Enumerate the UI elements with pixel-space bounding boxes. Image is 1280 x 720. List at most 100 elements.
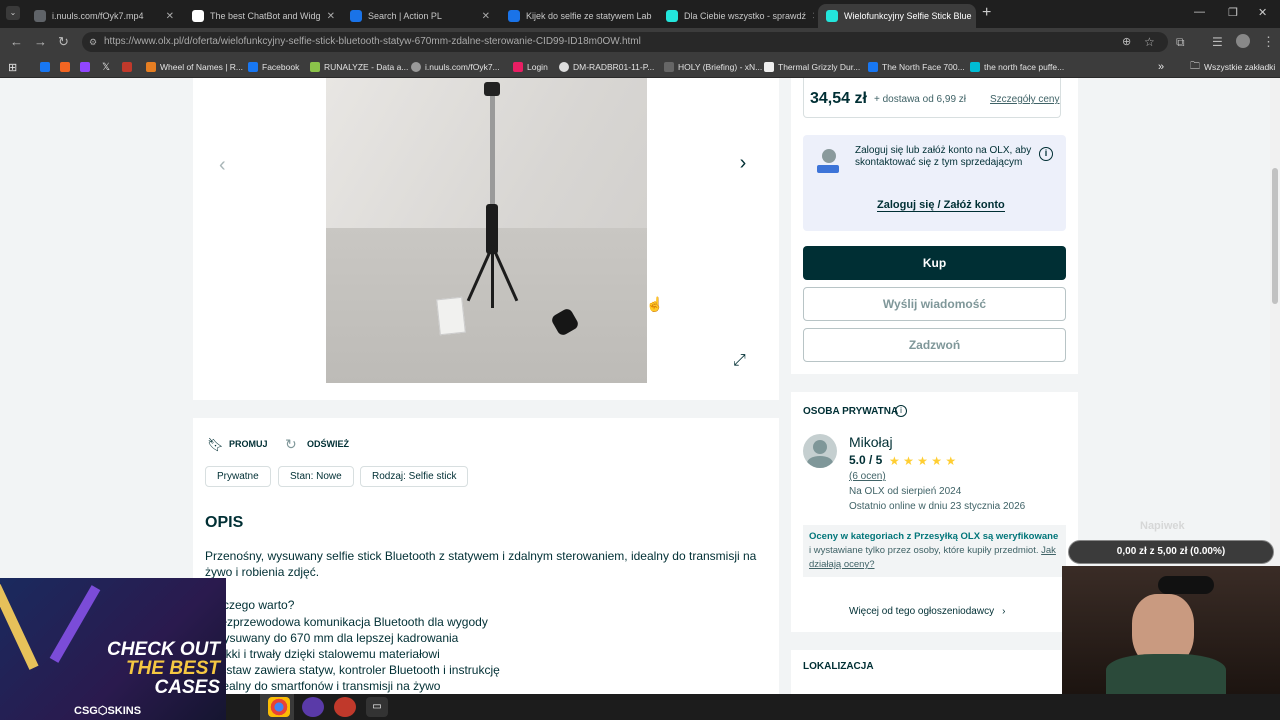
scrollbar-thumb[interactable]: [1272, 168, 1278, 304]
bookmark-dm[interactable]: DM-RADBR01-11-P...: [559, 56, 654, 78]
price-box: 34,54 zł + dostawa od 6,99 zł Szczegóły …: [803, 78, 1061, 118]
taskbar: ▭: [226, 694, 1280, 720]
minimize-icon[interactable]: —: [1194, 6, 1205, 18]
profile-avatar[interactable]: [1236, 34, 1250, 48]
zoom-icon[interactable]: ⊕: [1122, 28, 1131, 56]
more-bookmarks-icon[interactable]: »: [1158, 56, 1164, 78]
media-icon[interactable]: ☰: [1212, 28, 1223, 56]
obs-icon[interactable]: [334, 697, 356, 717]
bookmark-icon: 🔖︎: [207, 437, 224, 452]
bookmark-facebook-icon[interactable]: [40, 56, 50, 78]
seller-name: Mikołaj: [849, 434, 893, 450]
hand-cursor-icon: ☝: [646, 296, 664, 312]
info-icon[interactable]: i: [895, 405, 907, 417]
tab-3[interactable]: Search | Action PL ✕: [342, 4, 498, 28]
olx-icon: [666, 10, 678, 22]
buy-button[interactable]: Kup: [803, 246, 1066, 280]
bookmark-holy[interactable]: HOLY (Briefing) - xN...: [664, 56, 762, 78]
list-item: - Zestaw zawiera statyw, kontroler Bluet…: [205, 663, 500, 677]
promote-link[interactable]: PROMUJ: [229, 439, 268, 449]
bookmark-login[interactable]: Login: [513, 56, 548, 78]
avatar: [803, 434, 837, 468]
bookmark-thermal-grizzly[interactable]: Thermal Grizzly Dur...: [764, 56, 860, 78]
tab-5[interactable]: Dla Ciebie wszystko - sprawdź ✕: [658, 4, 814, 28]
login-box: Zaloguj się lub załóż konto na OLX, aby …: [803, 135, 1066, 231]
bookmark-facebook[interactable]: Facebook: [248, 56, 299, 78]
close-icon[interactable]: ✕: [166, 11, 174, 22]
list-item: - Idealny do smartfonów i transmisji na …: [205, 679, 441, 693]
bookmark-x-icon[interactable]: 𝕏: [102, 56, 110, 78]
location-card: LOKALIZACJA: [791, 650, 1078, 694]
reload-icon[interactable]: ↻: [58, 28, 69, 56]
seller-card: OSOBA PRYWATNA i Mikołaj 5.0 / 5 ★ ★ ★ ★…: [791, 392, 1078, 632]
bookmark-runalyze[interactable]: RUNALYZE - Data a...: [310, 56, 408, 78]
info-icon[interactable]: i: [1039, 147, 1053, 161]
tab-1[interactable]: i.nuuls.com/fOyk7.mp4 ✕: [26, 4, 182, 28]
close-window-icon[interactable]: ✕: [1258, 6, 1267, 19]
tag-private[interactable]: Prywatne: [205, 466, 271, 487]
bookmark-orange-icon[interactable]: [60, 56, 70, 78]
restore-icon[interactable]: ❐: [1228, 6, 1238, 19]
new-tab-button[interactable]: +: [982, 4, 991, 22]
bookmark-nuuls[interactable]: i.nuuls.com/fOyk7...: [411, 56, 500, 78]
bookmark-wheel-of-names[interactable]: Wheel of Names | R...: [146, 56, 243, 78]
seller-rating: 5.0 / 5: [849, 453, 883, 467]
webcam-overlay: [1062, 566, 1280, 694]
chevron-right-icon: ›: [1002, 606, 1006, 617]
terminal-icon[interactable]: ▭: [366, 697, 388, 717]
olx-icon: [826, 10, 838, 22]
user-illustration-icon: [817, 149, 841, 173]
apps-icon[interactable]: ⊞: [8, 56, 17, 78]
tab-6-active[interactable]: Wielofunkcyjny Selfie Stick Blue✕: [818, 4, 976, 28]
forward-icon[interactable]: →: [34, 28, 47, 56]
address-bar-row: ← → ↻ ⚙ https://www.olx.pl/d/oferta/wiel…: [0, 28, 1280, 56]
call-button[interactable]: Zadzwoń: [803, 328, 1066, 362]
url-input[interactable]: ⚙ https://www.olx.pl/d/oferta/wielofunkc…: [82, 32, 1168, 52]
headphones: [1158, 576, 1214, 594]
phone-clamp: [484, 82, 500, 96]
tab-title: i.nuuls.com/fOyk7.mp4: [52, 11, 144, 21]
tab-bar: ⌄ i.nuuls.com/fOyk7.mp4 ✕ The best ChatBo…: [0, 0, 1280, 28]
tab-4[interactable]: Kijek do selfie ze statywem Lab✕: [500, 4, 656, 28]
app-icon[interactable]: [302, 697, 324, 717]
stream-ad-overlay: CHECK OUT THE BEST CASES CSG⬡SKINS: [0, 578, 226, 720]
reviews-link[interactable]: (6 ocen): [849, 471, 886, 482]
close-icon[interactable]: ✕: [482, 11, 490, 22]
fullscreen-icon[interactable]: ⤢: [733, 352, 746, 370]
description-intro: Przenośny, wysuwany selfie stick Bluetoo…: [205, 549, 757, 579]
tag-type[interactable]: Rodzaj: Selfie stick: [360, 466, 469, 487]
bookmark-north-face[interactable]: The North Face 700...: [868, 56, 965, 78]
bookmark-north-face-puffer[interactable]: the north face puffe...: [970, 56, 1064, 78]
tab-2[interactable]: The best ChatBot and Widg ✕: [184, 4, 340, 28]
bookmark-twitch-icon[interactable]: [80, 56, 90, 78]
globe-icon: [34, 10, 46, 22]
all-bookmarks-folder[interactable]: 🗀 Wszystkie zakładki: [1190, 56, 1275, 78]
product-photo: [326, 78, 647, 383]
bookmark-red-icon[interactable]: [122, 56, 132, 78]
next-image-arrow[interactable]: ›: [733, 152, 753, 176]
knife-graphic-2: [49, 585, 101, 663]
seller-last-online: Ostatnio online w dniu 23 stycznia 2026: [849, 501, 1026, 512]
close-icon[interactable]: ✕: [812, 11, 814, 22]
bookmark-star-icon[interactable]: ☆: [1144, 28, 1155, 56]
action-icon: [350, 10, 362, 22]
more-from-seller-label: Więcej od tego ogłoszeniodawcy: [849, 606, 995, 617]
price-details-link[interactable]: Szczegóły ceny: [990, 94, 1059, 105]
chrome-icon[interactable]: [268, 697, 290, 717]
menu-icon[interactable]: ⋮: [1262, 28, 1275, 56]
tab-search-button[interactable]: ⌄: [6, 6, 20, 20]
selfie-stick-pole: [490, 84, 495, 214]
list-item: - Wysuwany do 670 mm dla lepszej kadrowa…: [205, 631, 459, 645]
more-from-seller-link[interactable]: Więcej od tego ogłoszeniodawcy ›: [849, 606, 1005, 617]
tag-condition[interactable]: Stan: Nowe: [278, 466, 354, 487]
price-value: 34,54 zł: [810, 90, 867, 107]
verified-text: i wystawiane tylko przez osoby, które ku…: [809, 545, 1039, 556]
site-info-icon[interactable]: ⚙: [89, 32, 97, 52]
send-message-button[interactable]: Wyślij wiadomość: [803, 287, 1066, 321]
login-link[interactable]: Zaloguj się / Załóż konto: [877, 199, 1005, 212]
back-icon[interactable]: ←: [10, 28, 23, 56]
close-icon[interactable]: ✕: [327, 11, 335, 22]
prev-image-arrow[interactable]: ‹: [219, 154, 226, 177]
refresh-link[interactable]: ODŚWIEŻ: [307, 439, 349, 449]
extensions-icon[interactable]: ⧉: [1176, 28, 1185, 56]
